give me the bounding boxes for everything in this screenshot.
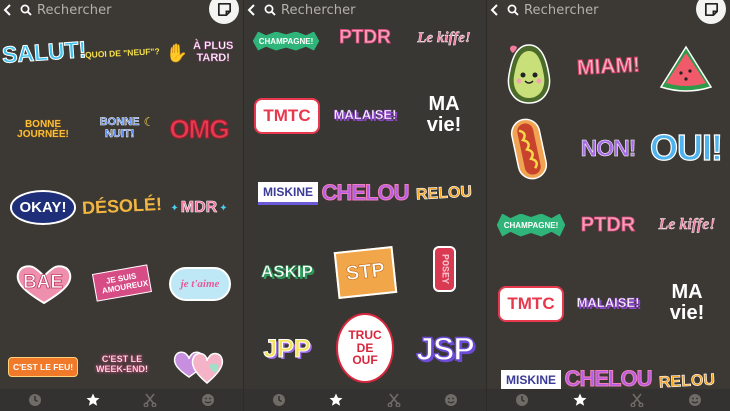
sticker-hearts[interactable] (164, 342, 234, 386)
sticker-ptdr[interactable]: PTDR (330, 24, 400, 52)
top-bar: Rechercher (244, 0, 486, 20)
hearts-icon (173, 351, 224, 384)
sticker-salut[interactable]: SALUT! (1, 32, 88, 72)
sticker-cest-le-week-end[interactable]: C'EST LE WEEK-END! (86, 349, 158, 381)
scissors-icon[interactable] (383, 389, 405, 411)
back-chevron-icon[interactable] (0, 0, 14, 20)
sticker-malaise[interactable]: MALAISE! (573, 288, 643, 316)
search-input[interactable]: Rechercher (264, 3, 356, 18)
sticker-relou[interactable]: RELOU (408, 180, 480, 208)
category-bar (244, 389, 486, 411)
sticker-le-kiffe[interactable]: Le kiffe! (408, 24, 480, 52)
waving-hand-icon: ✋ (165, 42, 189, 64)
sticker-cest-le-feu[interactable]: C'EST LE FEU! (7, 354, 79, 380)
emoji-icon[interactable] (197, 389, 219, 411)
star-icon[interactable] (82, 389, 104, 411)
star-icon[interactable] (325, 389, 347, 411)
sticker-je-suis-amoureux[interactable]: JE SUIS AMOUREUX (86, 262, 158, 304)
sticker-stp[interactable]: STP (332, 245, 398, 299)
sticker-ma-vie[interactable]: MA vie! (408, 90, 480, 140)
sticker-icon[interactable] (209, 0, 239, 24)
category-bar (0, 389, 243, 411)
top-bar: Rechercher (0, 0, 243, 24)
sticker-tmtc[interactable]: TMTC (498, 286, 564, 322)
sticker-champagne[interactable]: CHAMPAGNE! (496, 210, 566, 240)
sticker-askip[interactable]: ASKIP (252, 258, 322, 286)
back-chevron-icon[interactable] (487, 0, 501, 20)
emoji-icon[interactable] (684, 389, 706, 411)
sticker-tmtc[interactable]: TMTC (254, 98, 320, 134)
sticker-bonne-journee[interactable]: BONNE JOURNÉE! (6, 115, 80, 145)
sticker-posey[interactable]: POSEY (422, 236, 466, 302)
sticker-omg[interactable]: OMG (164, 112, 234, 146)
sticker-chelou[interactable]: CHELOU (321, 174, 410, 212)
sticker-champagne[interactable]: CHAMPAGNE! (252, 28, 320, 54)
search-placeholder: Rechercher (37, 2, 112, 18)
sticker-panel-2: Rechercher CHAMPAGNE! PTDR Le kiffe! TMT… (244, 0, 486, 411)
back-chevron-icon[interactable] (244, 0, 258, 20)
sticker-le-kiffe[interactable]: Le kiffe! (651, 210, 723, 240)
moon-icon: ☾ (143, 115, 155, 129)
scissors-icon[interactable] (139, 389, 161, 411)
avocado-icon[interactable] (501, 40, 557, 106)
sticker-desole[interactable]: DÉSOLÉ! (82, 188, 163, 224)
clock-icon[interactable] (268, 389, 290, 411)
search-icon (264, 4, 276, 16)
search-placeholder: Rechercher (281, 2, 356, 18)
search-input[interactable]: Rechercher (20, 3, 112, 18)
sticker-ptdr[interactable]: PTDR (573, 210, 643, 240)
sticker-jpp[interactable]: JPP (252, 330, 322, 368)
search-icon (20, 4, 32, 16)
top-bar: Rechercher (487, 0, 730, 24)
sticker-miam[interactable]: MIAM! (573, 42, 643, 92)
sticker-bae[interactable]: BAE (10, 261, 76, 305)
sticker-miskine[interactable]: MISKINE (254, 181, 322, 205)
scissors-icon[interactable] (626, 389, 648, 411)
sticker-quoi-de-neuf[interactable]: QUOI DE "NEUF"? (84, 42, 160, 64)
search-placeholder: Rechercher (524, 2, 599, 18)
sticker-mdr[interactable]: ✦ MDR ✦ (164, 194, 234, 222)
sticker-a-plus-tard[interactable]: ✋ À PLUS TARD! (164, 36, 238, 70)
clock-icon[interactable] (24, 389, 46, 411)
sticker-truc-de-ouf[interactable]: TRUC DE OUF (332, 313, 398, 383)
sticker-non[interactable]: NON! (573, 132, 643, 164)
sticker-panel-1: Rechercher SALUT! QUOI DE "NEUF"? ✋ À PL… (0, 0, 243, 411)
sticker-jsp[interactable]: JSP (412, 326, 478, 372)
sticker-panel-3: Rechercher MIAM! NON! OUI! CHAMPAGNE! PT… (487, 0, 730, 411)
sticker-bonne-nuit[interactable]: BONNE NUIT! ☾ (86, 113, 158, 145)
search-input[interactable]: Rechercher (507, 3, 599, 18)
sticker-je-taime[interactable]: je t'aime (166, 263, 234, 305)
clock-icon[interactable] (511, 389, 533, 411)
category-bar (487, 389, 730, 411)
tear-icon: ✦ (170, 202, 179, 214)
emoji-icon[interactable] (440, 389, 462, 411)
star-icon[interactable] (569, 389, 591, 411)
search-icon (507, 4, 519, 16)
watermelon-icon[interactable] (653, 42, 719, 94)
sticker-ma-vie[interactable]: MA vie! (651, 276, 723, 330)
tear-icon: ✦ (219, 202, 228, 214)
hotdog-icon[interactable] (505, 114, 553, 184)
sticker-oui[interactable]: OUI! (649, 118, 723, 178)
sticker-malaise[interactable]: MALAISE! (330, 100, 400, 128)
sticker-icon[interactable] (696, 0, 726, 24)
sticker-okay[interactable]: OKAY! (9, 189, 77, 225)
